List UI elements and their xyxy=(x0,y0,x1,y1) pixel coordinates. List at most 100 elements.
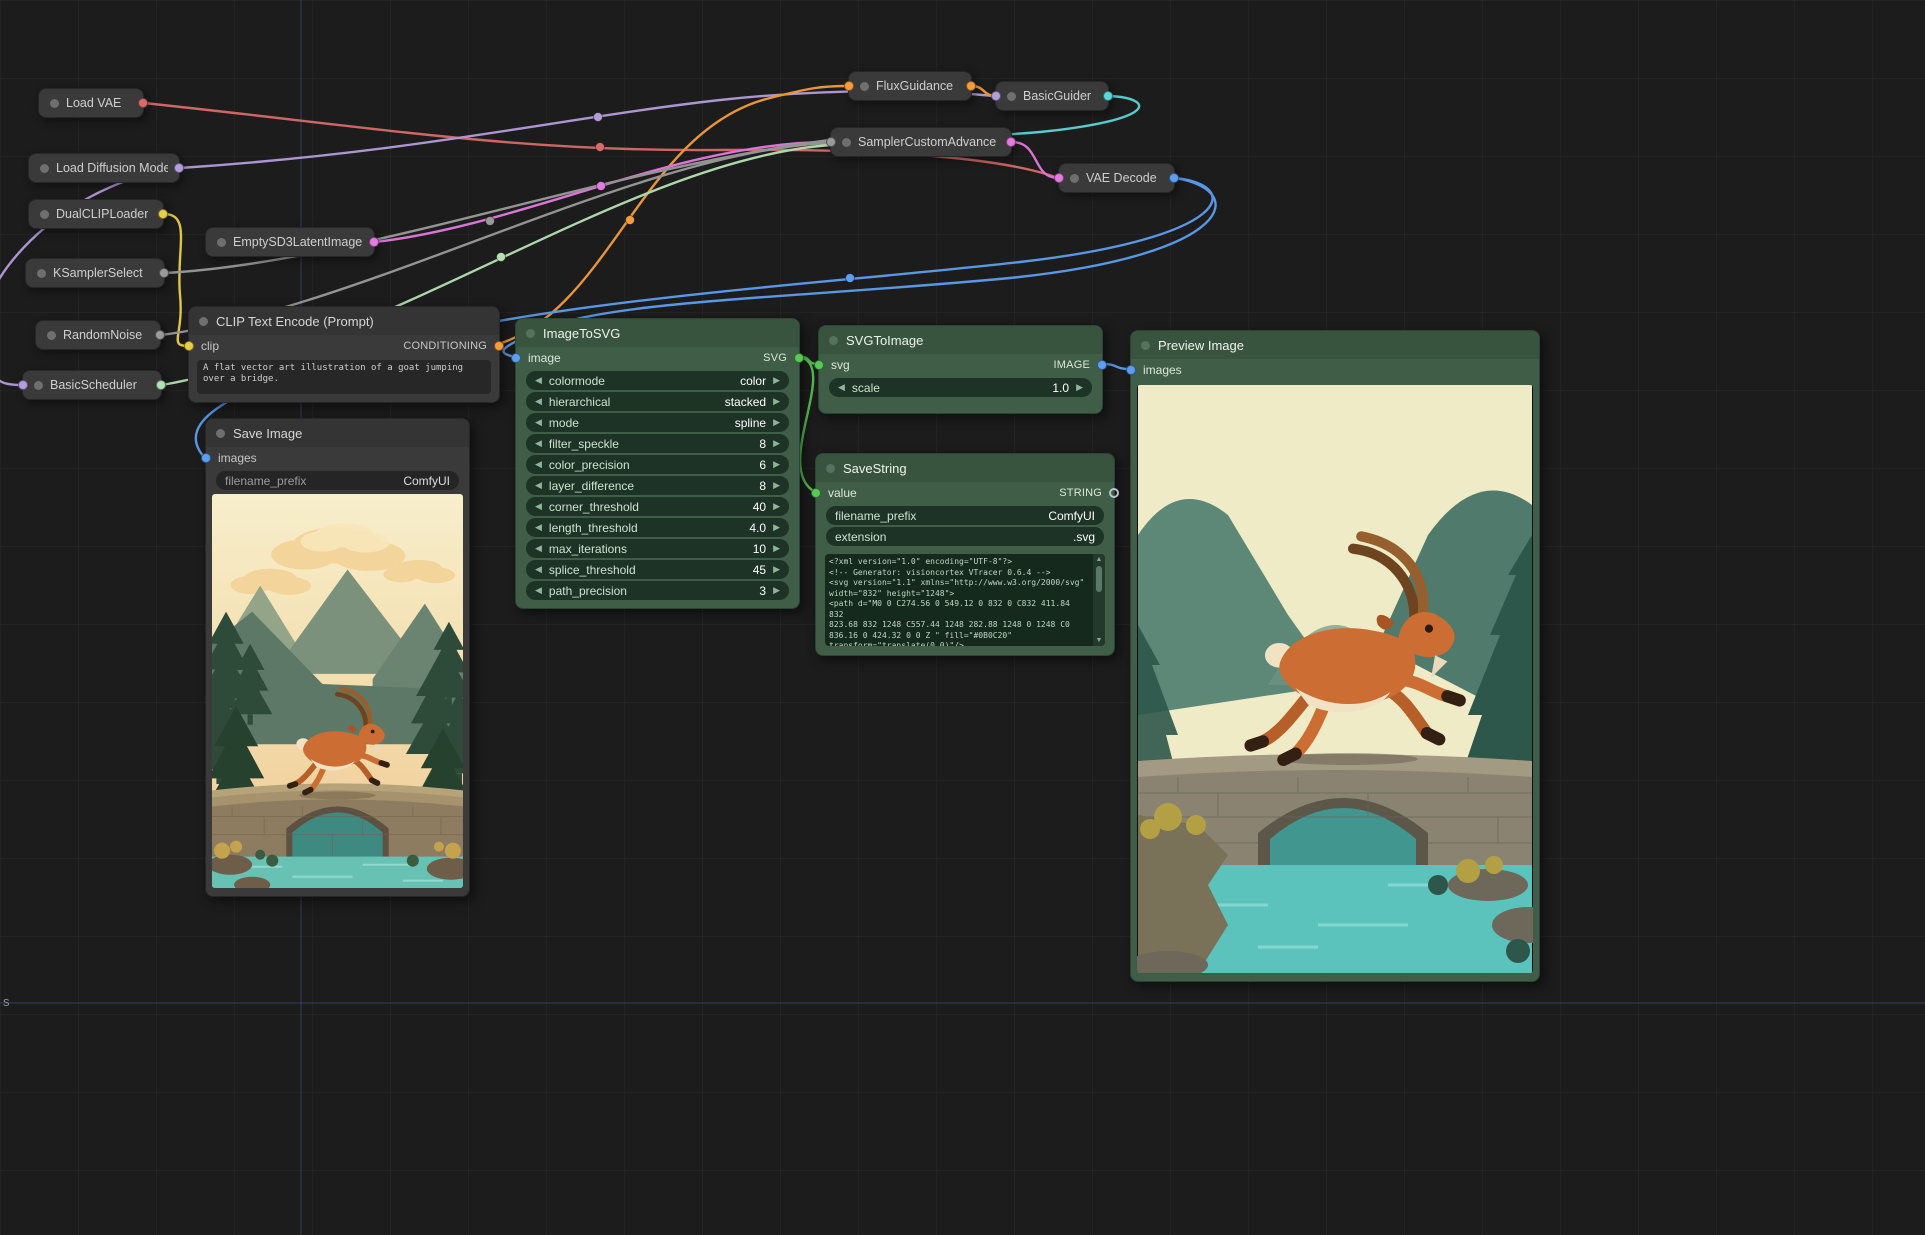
widget-splice-threshold[interactable]: ◀ splice_threshold 45 ▶ xyxy=(526,560,789,579)
images-input-slot[interactable] xyxy=(201,453,211,463)
collapse-dot[interactable] xyxy=(842,138,851,147)
collapse-dot[interactable] xyxy=(40,210,49,219)
model-input-slot[interactable] xyxy=(18,380,28,390)
collapse-dot[interactable] xyxy=(860,82,869,91)
string-preview-box[interactable]: <?xml version="1.0" encoding="UTF-8"?> <… xyxy=(825,554,1105,646)
clip-output-slot[interactable] xyxy=(158,209,168,219)
conditioning-output-slot[interactable] xyxy=(494,341,504,351)
node-flux-guidance[interactable]: FluxGuidance xyxy=(848,71,972,101)
collapse-dot[interactable] xyxy=(199,317,208,326)
conditioning-input-slot[interactable] xyxy=(844,81,854,91)
widget-filter-speckle[interactable]: ◀ filter_speckle 8 ▶ xyxy=(526,434,789,453)
node-load-diffusion-model[interactable]: Load Diffusion Model xyxy=(28,153,180,183)
collapse-dot[interactable] xyxy=(40,164,49,173)
sampler-output-slot[interactable] xyxy=(159,268,169,278)
node-load-vae[interactable]: Load VAE xyxy=(38,88,144,118)
conditioning-output-slot[interactable] xyxy=(966,81,976,91)
image-input-slot[interactable] xyxy=(511,353,521,363)
node-title-bar[interactable]: Preview Image xyxy=(1131,331,1539,359)
decrement-arrow-icon[interactable]: ◀ xyxy=(535,371,542,390)
svg-output-slot[interactable] xyxy=(794,353,804,363)
widget-layer-difference[interactable]: ◀ layer_difference 8 ▶ xyxy=(526,476,789,495)
node-ksampler-select[interactable]: KSamplerSelect xyxy=(25,258,165,288)
model-input-slot[interactable] xyxy=(991,91,1001,101)
decrement-arrow-icon[interactable]: ◀ xyxy=(535,539,542,558)
node-random-noise[interactable]: RandomNoise xyxy=(35,320,161,350)
node-title-bar[interactable]: ImageToSVG xyxy=(516,319,799,347)
prompt-textarea[interactable]: A flat vector art illustration of a goat… xyxy=(197,360,491,394)
latent-output-slot[interactable] xyxy=(1006,137,1016,147)
widget-length-threshold[interactable]: ◀ length_threshold 4.0 ▶ xyxy=(526,518,789,537)
image-output-slot[interactable] xyxy=(1097,360,1107,370)
comfyui-graph-canvas[interactable]: { "canvas": { "corner_label": "s" }, "ic… xyxy=(0,0,1925,1235)
collapse-dot[interactable] xyxy=(217,238,226,247)
extension-widget[interactable]: extension .svg xyxy=(826,527,1104,546)
decrement-arrow-icon[interactable]: ◀ xyxy=(535,581,542,600)
widget-mode[interactable]: ◀ mode spline ▶ xyxy=(526,413,789,432)
decrement-arrow-icon[interactable]: ◀ xyxy=(535,392,542,411)
node-sampler-custom-advance[interactable]: SamplerCustomAdvance xyxy=(830,127,1012,157)
increment-arrow-icon[interactable]: ▶ xyxy=(773,413,780,432)
decrement-arrow-icon[interactable]: ◀ xyxy=(535,476,542,495)
images-input-slot[interactable] xyxy=(1126,365,1136,375)
node-preview-image[interactable]: Preview Image images xyxy=(1130,330,1540,982)
decrement-arrow-icon[interactable]: ◀ xyxy=(838,378,845,397)
increment-arrow-icon[interactable]: ▶ xyxy=(773,434,780,453)
increment-arrow-icon[interactable]: ▶ xyxy=(773,476,780,495)
increment-arrow-icon[interactable]: ▶ xyxy=(773,581,780,600)
node-image-to-svg[interactable]: ImageToSVG image SVG ◀ colormode color ▶… xyxy=(515,318,800,609)
scroll-up-icon[interactable]: ▲ xyxy=(1096,555,1103,564)
collapse-dot[interactable] xyxy=(216,429,225,438)
save-image-preview[interactable] xyxy=(212,494,463,888)
scroll-down-icon[interactable]: ▼ xyxy=(1096,636,1103,645)
widget-corner-threshold[interactable]: ◀ corner_threshold 40 ▶ xyxy=(526,497,789,516)
sampler-inputs-slot[interactable] xyxy=(826,137,836,147)
widget-colormode[interactable]: ◀ colormode color ▶ xyxy=(526,371,789,390)
node-empty-sd3-latent[interactable]: EmptySD3LatentImage xyxy=(205,227,375,257)
collapse-dot[interactable] xyxy=(34,381,43,390)
decrement-arrow-icon[interactable]: ◀ xyxy=(535,434,542,453)
latent-output-slot[interactable] xyxy=(369,237,379,247)
vae-output-slot[interactable] xyxy=(138,98,148,108)
widget-hierarchical[interactable]: ◀ hierarchical stacked ▶ xyxy=(526,392,789,411)
node-title-bar[interactable]: SVGToImage xyxy=(819,326,1102,354)
widget-max-iterations[interactable]: ◀ max_iterations 10 ▶ xyxy=(526,539,789,558)
guider-output-slot[interactable] xyxy=(1103,91,1113,101)
decrement-arrow-icon[interactable]: ◀ xyxy=(535,455,542,474)
widget-scale[interactable]: ◀ scale 1.0 ▶ xyxy=(829,378,1092,397)
collapse-dot[interactable] xyxy=(1070,174,1079,183)
node-dual-clip-loader[interactable]: DualCLIPLoader xyxy=(28,199,164,229)
decrement-arrow-icon[interactable]: ◀ xyxy=(535,497,542,516)
node-save-image[interactable]: Save Image images filename_prefix ComfyU… xyxy=(205,418,470,897)
collapse-dot[interactable] xyxy=(47,331,56,340)
increment-arrow-icon[interactable]: ▶ xyxy=(773,497,780,516)
node-svg-to-image[interactable]: SVGToImage svg IMAGE ◀ scale 1.0 ▶ xyxy=(818,325,1103,414)
samples-input-slot[interactable] xyxy=(1054,173,1064,183)
node-basic-scheduler[interactable]: BasicScheduler xyxy=(22,370,162,400)
clip-input-slot[interactable] xyxy=(184,341,194,351)
node-title-bar[interactable]: Save Image xyxy=(206,419,469,447)
decrement-arrow-icon[interactable]: ◀ xyxy=(535,518,542,537)
increment-arrow-icon[interactable]: ▶ xyxy=(773,392,780,411)
collapse-dot[interactable] xyxy=(1007,92,1016,101)
increment-arrow-icon[interactable]: ▶ xyxy=(773,371,780,390)
sigmas-output-slot[interactable] xyxy=(156,380,166,390)
collapse-dot[interactable] xyxy=(829,336,838,345)
widget-path-precision[interactable]: ◀ path_precision 3 ▶ xyxy=(526,581,789,600)
increment-arrow-icon[interactable]: ▶ xyxy=(773,539,780,558)
increment-arrow-icon[interactable]: ▶ xyxy=(773,455,780,474)
collapse-dot[interactable] xyxy=(37,269,46,278)
increment-arrow-icon[interactable]: ▶ xyxy=(1076,378,1083,397)
decrement-arrow-icon[interactable]: ◀ xyxy=(535,560,542,579)
noise-output-slot[interactable] xyxy=(155,330,165,340)
svg-input-slot[interactable] xyxy=(814,360,824,370)
decrement-arrow-icon[interactable]: ◀ xyxy=(535,413,542,432)
filename-prefix-widget[interactable]: filename_prefix ComfyUI xyxy=(216,471,459,490)
collapse-dot[interactable] xyxy=(50,99,59,108)
node-clip-text-encode[interactable]: CLIP Text Encode (Prompt) clip CONDITION… xyxy=(188,306,500,403)
value-input-slot[interactable] xyxy=(811,488,821,498)
node-save-string[interactable]: SaveString value STRING filename_prefix … xyxy=(815,453,1115,656)
collapse-dot[interactable] xyxy=(826,464,835,473)
scrollbar-thumb[interactable] xyxy=(1096,566,1102,592)
collapse-dot[interactable] xyxy=(526,329,535,338)
